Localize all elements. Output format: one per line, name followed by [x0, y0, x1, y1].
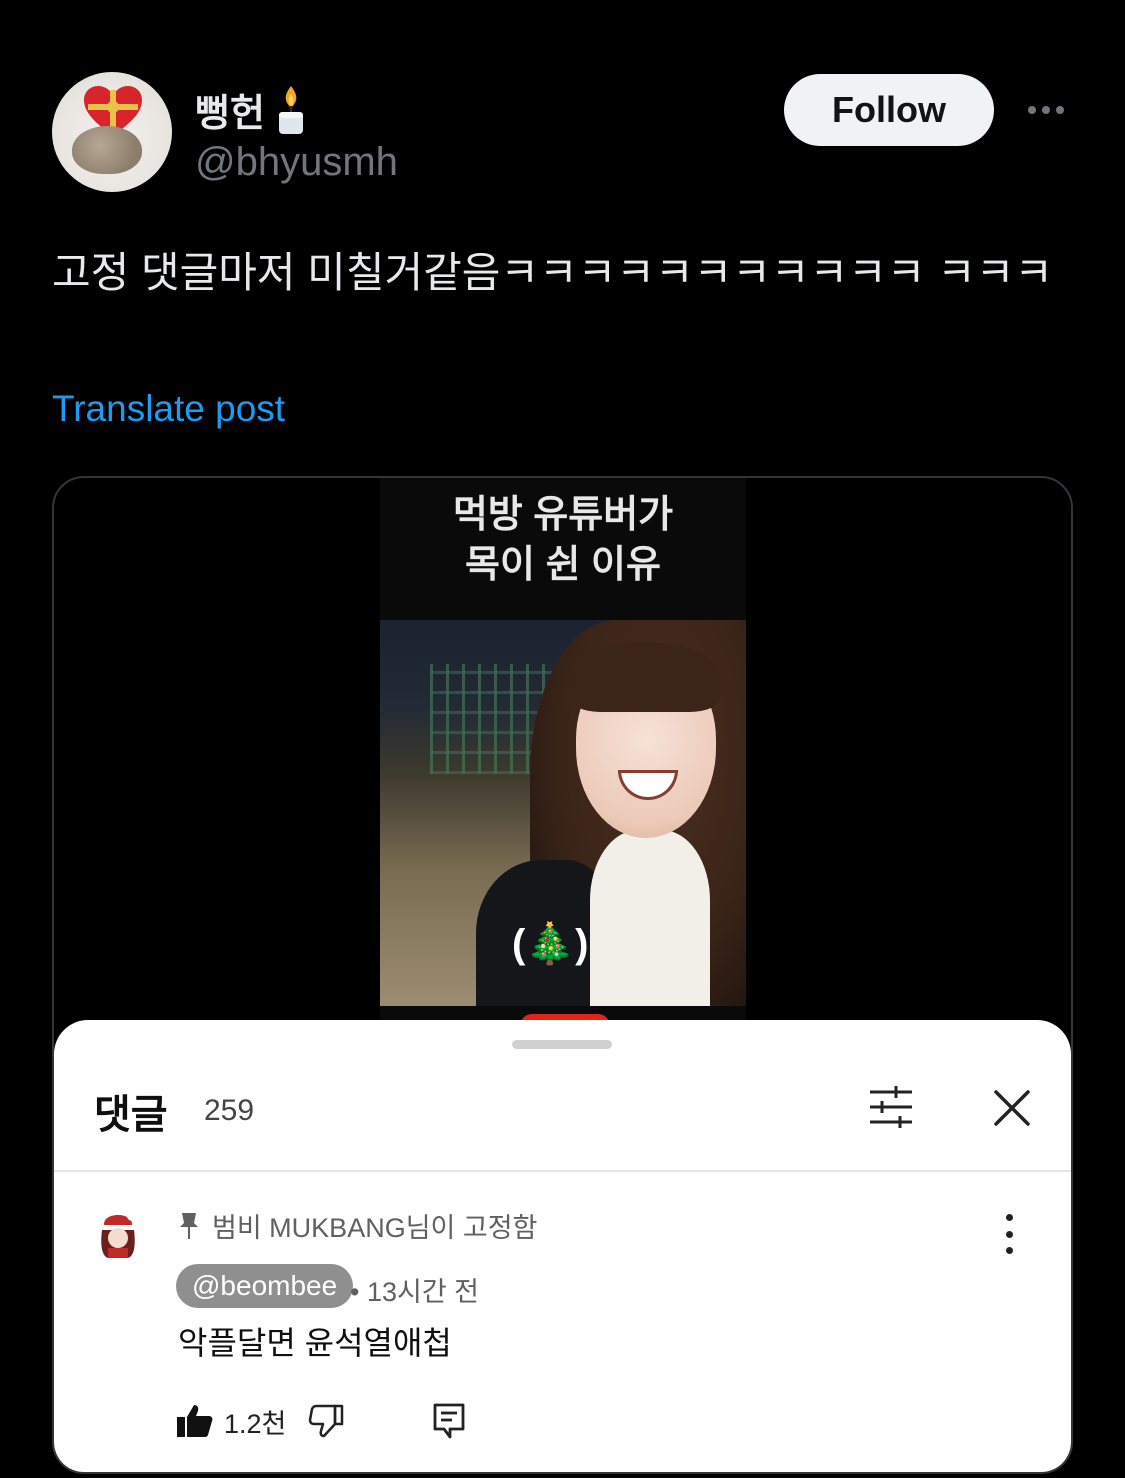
comments-count: 259 [204, 1094, 255, 1127]
more-options-icon[interactable] [1022, 92, 1070, 128]
pinned-row: 범비 MUKBANG님이 고정함 [178, 1206, 537, 1245]
author-avatar[interactable] [52, 72, 172, 192]
post-media[interactable]: 먹방 유튜버가 목이 쉰 이유 (🎄) 댓글 259 범비 MUKBANG님이 … [52, 476, 1073, 1474]
comments-sheet: 댓글 259 범비 MUKBANG님이 고정함 @beombee • 13시간 … [54, 1020, 1071, 1472]
reply-button[interactable] [432, 1402, 466, 1440]
thumbs-down-icon [309, 1404, 344, 1438]
commenter-avatar[interactable] [94, 1208, 142, 1260]
comment-more-icon[interactable] [999, 1214, 1019, 1254]
author-handle[interactable]: @bhyusmh [195, 140, 398, 185]
drag-handle[interactable] [512, 1040, 612, 1049]
dislike-button[interactable] [308, 1404, 344, 1438]
filter-sort-icon[interactable] [866, 1084, 916, 1130]
comment-actions: 1.2천 [176, 1398, 466, 1444]
reply-comment-icon [433, 1403, 465, 1439]
video-caption-line-2: 목이 쉰 이유 [465, 544, 661, 586]
like-count: 1.2천 [224, 1408, 287, 1439]
thumbs-up-icon [177, 1405, 213, 1437]
follow-button[interactable]: Follow [784, 74, 994, 146]
video-preview[interactable]: 먹방 유튜버가 목이 쉰 이유 (🎄) [380, 478, 746, 1023]
sheet-divider [54, 1170, 1071, 1172]
close-icon[interactable] [990, 1086, 1034, 1130]
comment-time: • 13시간 전 [350, 1277, 480, 1307]
comment-author-chip[interactable]: @beombee [176, 1264, 354, 1308]
author-display-name[interactable]: 뻥헌 [195, 82, 265, 137]
bunny-image [72, 126, 142, 174]
video-frame: (🎄) [380, 620, 746, 1006]
pin-icon [180, 1212, 198, 1239]
comment-text: 악플달면 윤석열애첩 [178, 1325, 452, 1361]
candle-icon [278, 85, 303, 134]
translate-post-link[interactable]: Translate post [52, 388, 285, 430]
person-bangs [570, 642, 720, 712]
post-text: 고정 댓글마저 미칠거같음ㅋㅋㅋㅋㅋㅋㅋㅋㅋㅋㅋ ㅋㅋㅋ [52, 249, 1054, 296]
person-scarf [590, 830, 710, 1006]
video-caption-line-1: 먹방 유튜버가 [452, 494, 674, 536]
video-caption: 먹방 유튜버가 목이 쉰 이유 [380, 490, 746, 590]
comments-title: 댓글 [94, 1093, 168, 1137]
author-name-row[interactable]: 뻥헌 [195, 82, 307, 137]
post-header: 뻥헌 @bhyusmh Follow [52, 72, 1072, 196]
pinned-label: 범비 MUKBANG님이 고정함 [212, 1213, 538, 1243]
like-button[interactable]: 1.2천 [176, 1402, 308, 1441]
video-overlay-text: (🎄) [512, 922, 589, 966]
